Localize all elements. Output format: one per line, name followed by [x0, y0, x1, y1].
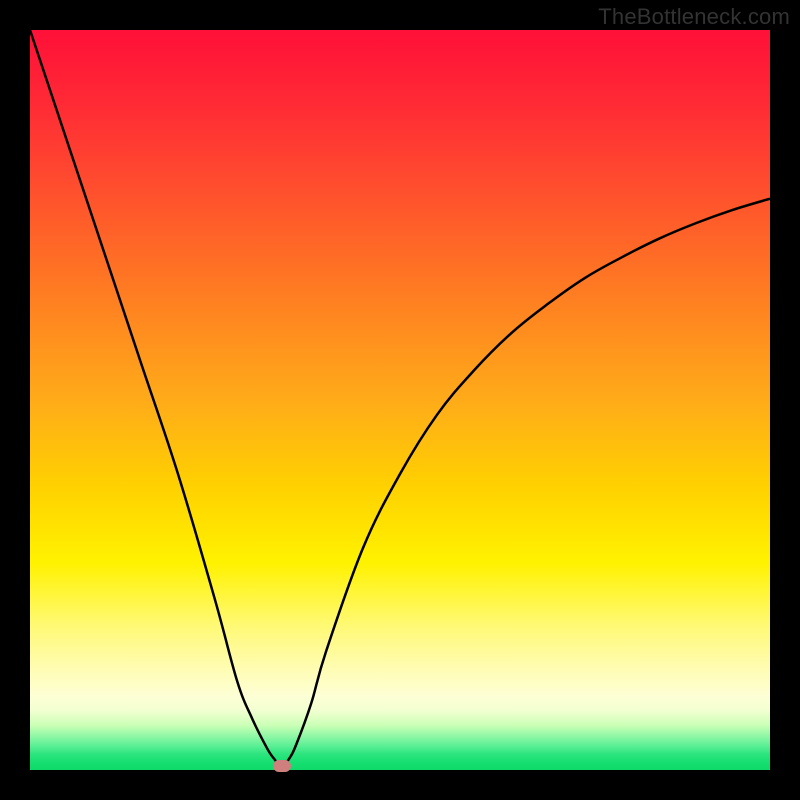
plot-area: [30, 30, 770, 770]
chart-frame: TheBottleneck.com: [0, 0, 800, 800]
watermark-text: TheBottleneck.com: [598, 4, 790, 30]
bottleneck-curve: [30, 30, 770, 770]
optimum-dot: [273, 760, 291, 772]
